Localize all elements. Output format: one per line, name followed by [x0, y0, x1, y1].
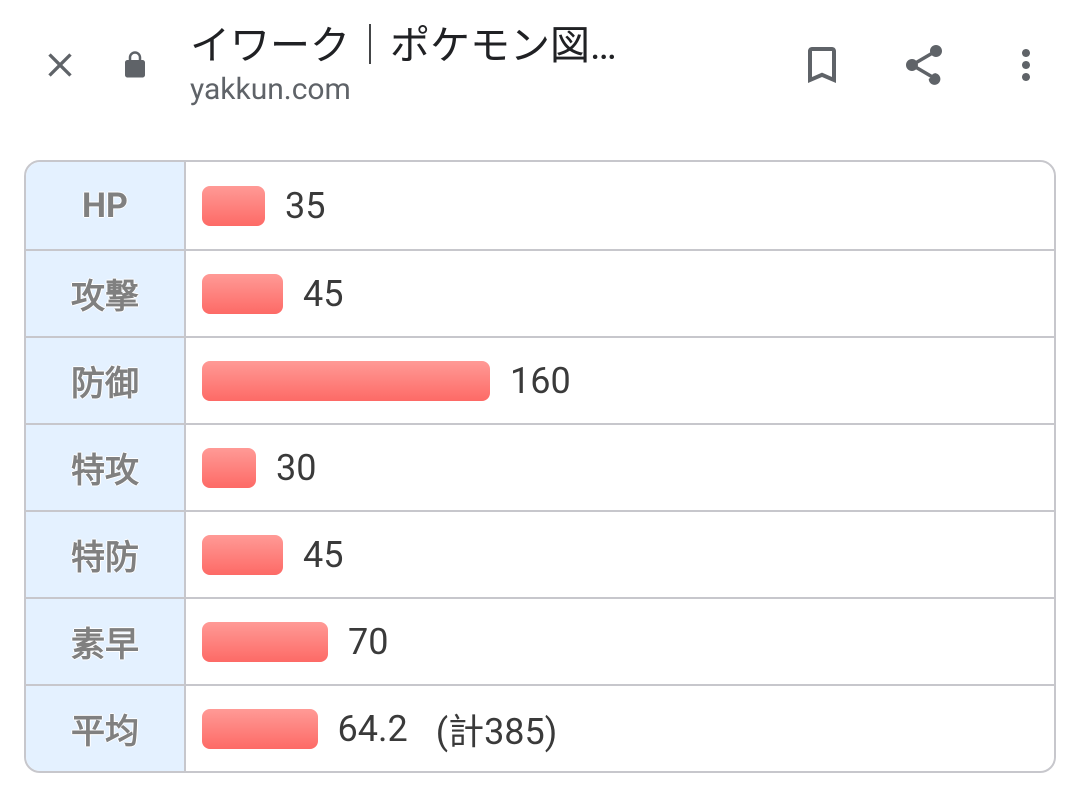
stat-bar — [202, 274, 283, 314]
stat-row: 防御 160 — [26, 336, 1054, 423]
stat-label: 素早 — [26, 597, 186, 684]
share-button[interactable] — [900, 41, 948, 89]
stat-row: 特攻 30 — [26, 423, 1054, 510]
stat-label: 平均 — [26, 684, 186, 771]
stat-label: 防御 — [26, 336, 186, 423]
stat-value: 45 — [303, 534, 343, 576]
content: HP 35 攻撃 45 防御 160 特攻 30 特防 45 素早 70 平均 64.2 (計385) — [0, 130, 1080, 773]
stat-bar-cell: 70 — [186, 597, 1054, 684]
stat-bar — [202, 622, 328, 662]
stat-bar — [202, 448, 256, 488]
stat-table: HP 35 攻撃 45 防御 160 特攻 30 特防 45 素早 70 平均 64.2 (計385) — [24, 160, 1056, 773]
stat-label: 特攻 — [26, 423, 186, 510]
menu-button[interactable] — [1002, 41, 1050, 89]
stat-bar — [202, 186, 265, 226]
stat-row: 平均 64.2 (計385) — [26, 684, 1054, 771]
stat-value: 160 — [510, 360, 571, 402]
bookmark-icon — [798, 41, 846, 89]
stat-row: HP 35 — [26, 162, 1054, 249]
stat-row: 特防 45 — [26, 510, 1054, 597]
stat-bar-cell: 35 — [186, 162, 1054, 249]
stat-bar-cell: 160 — [186, 336, 1054, 423]
title-block: イワーク｜ポケモン図… yakkun.com — [190, 22, 744, 109]
stat-bar — [202, 535, 283, 575]
stat-label: 特防 — [26, 510, 186, 597]
page-host: yakkun.com — [190, 70, 744, 109]
share-icon — [900, 41, 948, 89]
close-icon — [40, 45, 80, 85]
stat-value: 45 — [303, 273, 343, 315]
stat-bar-cell: 45 — [186, 249, 1054, 336]
close-button[interactable] — [40, 45, 80, 85]
stat-value: 30 — [276, 447, 316, 489]
stat-value: 64.2 — [338, 708, 408, 750]
stat-bar-cell: 45 — [186, 510, 1054, 597]
stat-value: 70 — [348, 621, 388, 663]
browser-bar: イワーク｜ポケモン図… yakkun.com — [0, 0, 1080, 130]
bookmark-button[interactable] — [798, 41, 846, 89]
stat-bar — [202, 361, 490, 401]
stat-label: HP — [26, 162, 186, 249]
stat-extra: (計385) — [436, 703, 558, 755]
stat-row: 攻撃 45 — [26, 249, 1054, 336]
stat-bar-cell: 64.2 (計385) — [186, 684, 1054, 771]
more-vert-icon — [1002, 41, 1050, 89]
stat-bar — [202, 709, 318, 749]
stat-value: 35 — [285, 185, 325, 227]
lock-icon — [120, 50, 150, 80]
stat-label: 攻撃 — [26, 249, 186, 336]
stat-bar-cell: 30 — [186, 423, 1054, 510]
stat-row: 素早 70 — [26, 597, 1054, 684]
page-title: イワーク｜ポケモン図… — [190, 22, 744, 70]
